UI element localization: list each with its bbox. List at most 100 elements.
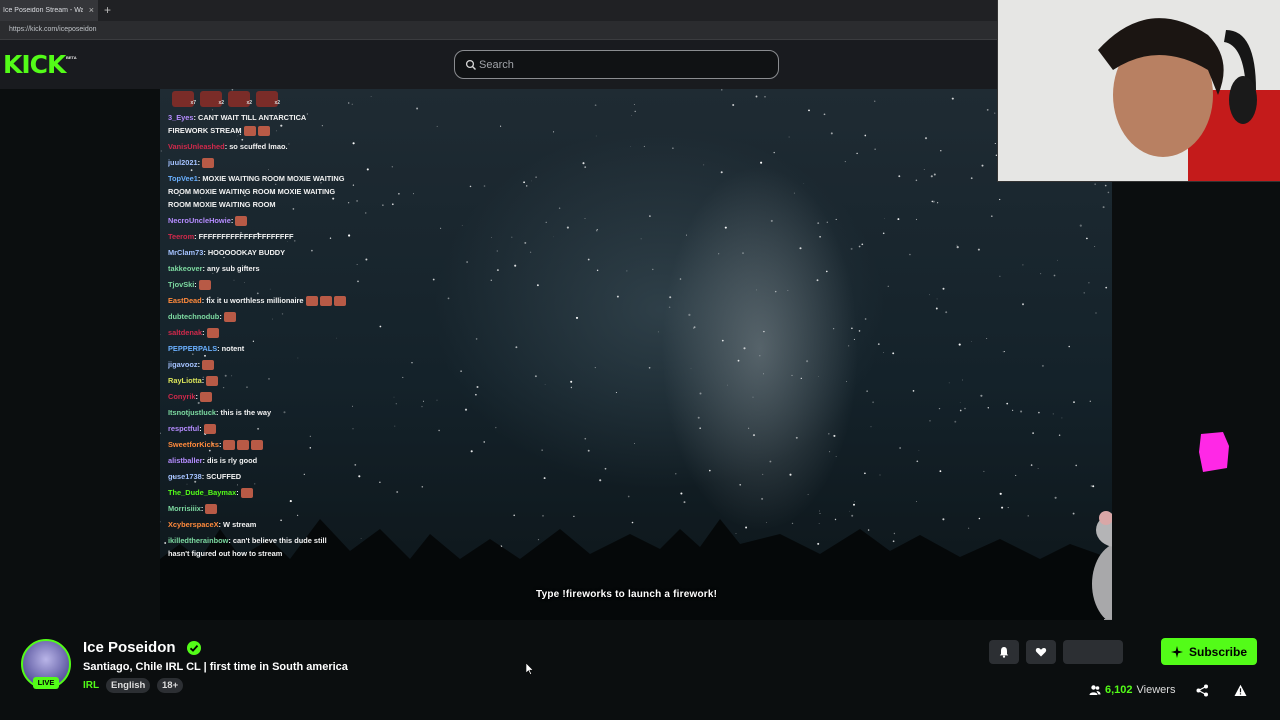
chat-username[interactable]: respctful [168,424,199,433]
star [573,515,575,518]
chat-emote [223,311,236,322]
chat-username[interactable]: SweetforKicks [168,440,219,449]
star [1090,485,1092,487]
chat-text: : [197,157,201,167]
star [861,243,864,246]
star [1086,237,1088,240]
star [987,407,989,409]
chat-username[interactable]: NecroUncleHowie [168,216,231,225]
star [818,376,819,377]
star [1053,274,1056,277]
chat-username[interactable]: saltdenak [168,328,202,337]
chat-username[interactable]: guse1738 [168,472,202,481]
chat-username[interactable]: VanisUnleashed [168,142,225,151]
star [545,221,547,223]
follow-button[interactable] [1026,640,1056,664]
report-icon[interactable] [1234,684,1247,697]
share-icon[interactable] [1196,684,1209,697]
star [763,373,764,375]
star [1061,417,1063,419]
star [365,258,368,261]
chat-username[interactable]: TopVee1 [168,174,198,183]
star [718,253,720,255]
star [584,166,587,168]
chat-username[interactable]: XcyberspaceX [168,520,219,529]
chat-text: : dis is rly good [202,455,258,465]
chat-username[interactable]: Teerom [168,232,194,241]
tag-18plus[interactable]: 18+ [157,678,184,693]
chat-text: : SCUFFED [201,471,242,481]
star [851,514,854,517]
star [930,175,933,178]
star [887,285,889,287]
search-input[interactable] [479,52,769,77]
star [803,183,805,184]
star [986,338,988,340]
star [1105,286,1108,289]
chat-username[interactable]: Conyrik [168,392,196,401]
kick-logo[interactable]: KICK [3,51,66,79]
chat-username[interactable]: TjovSki [168,280,194,289]
star [898,175,901,178]
gift-badge[interactable]: x2 [256,91,280,107]
chat-username[interactable]: 3_Eyes [168,113,193,122]
subscribe-button[interactable]: Subscribe [1161,638,1257,665]
star [1088,282,1090,284]
tag-english[interactable]: English [106,678,151,693]
new-tab-icon[interactable]: + [104,3,111,17]
streamer-name[interactable]: Ice Poseidon [83,639,176,656]
star [524,241,527,244]
chat-username[interactable]: Morrisiiix [168,504,201,513]
mouse-cursor [526,663,534,675]
star [874,100,876,102]
star [1089,400,1091,402]
chat-username[interactable]: juul2021 [168,158,198,167]
star [1030,464,1033,466]
chat-username[interactable]: PEPPERPALS [168,344,217,353]
star [470,450,473,453]
star [594,367,596,369]
star [1073,401,1075,403]
star [948,382,950,384]
chat-username[interactable]: The_Dude_Baymax [168,488,236,497]
gift-badge[interactable]: x2 [200,91,224,107]
star [699,427,702,430]
chat-username[interactable]: takkeover [168,264,203,273]
star [795,436,798,439]
star [525,185,528,187]
star [697,416,700,419]
category-link[interactable]: IRL [83,680,99,691]
chat-username[interactable]: RayLiotta [168,376,202,385]
chat-username[interactable]: alistballer [168,456,203,465]
star [835,218,837,220]
star [496,250,498,252]
gift-badge[interactable]: x7 [172,91,196,107]
star [899,447,901,449]
chat-username[interactable]: ikilledtherainbow [168,536,228,545]
gift-sub-button[interactable] [1063,640,1123,664]
chat-username[interactable]: dubtechnodub [168,312,219,321]
viewer-count-label: Viewers [1136,684,1176,696]
close-icon[interactable]: × [89,5,94,15]
star [1107,191,1110,194]
star [416,107,419,110]
star [668,306,671,309]
star [909,253,911,256]
gift-badge[interactable]: x2 [228,91,252,107]
notifications-button[interactable] [989,640,1019,664]
chat-username[interactable]: Itsnotjustluck [168,408,216,417]
chat-username[interactable]: MrClam73 [168,248,203,257]
star [848,510,850,512]
gift-badge-count: x7 [190,100,196,106]
star [851,327,853,330]
chat-emote [319,295,332,306]
chat-username[interactable]: jigavooz [168,360,198,369]
star [348,102,350,104]
chat-username[interactable]: EastDead [168,296,202,305]
star [1068,345,1070,348]
star [823,113,826,116]
browser-tab[interactable]: Ice Poseidon Stream - Watch × [0,0,98,21]
viewer-count: 6,102 Viewers [1089,684,1175,696]
search-box[interactable] [454,50,779,79]
chat-message: jigavooz: [168,356,348,372]
